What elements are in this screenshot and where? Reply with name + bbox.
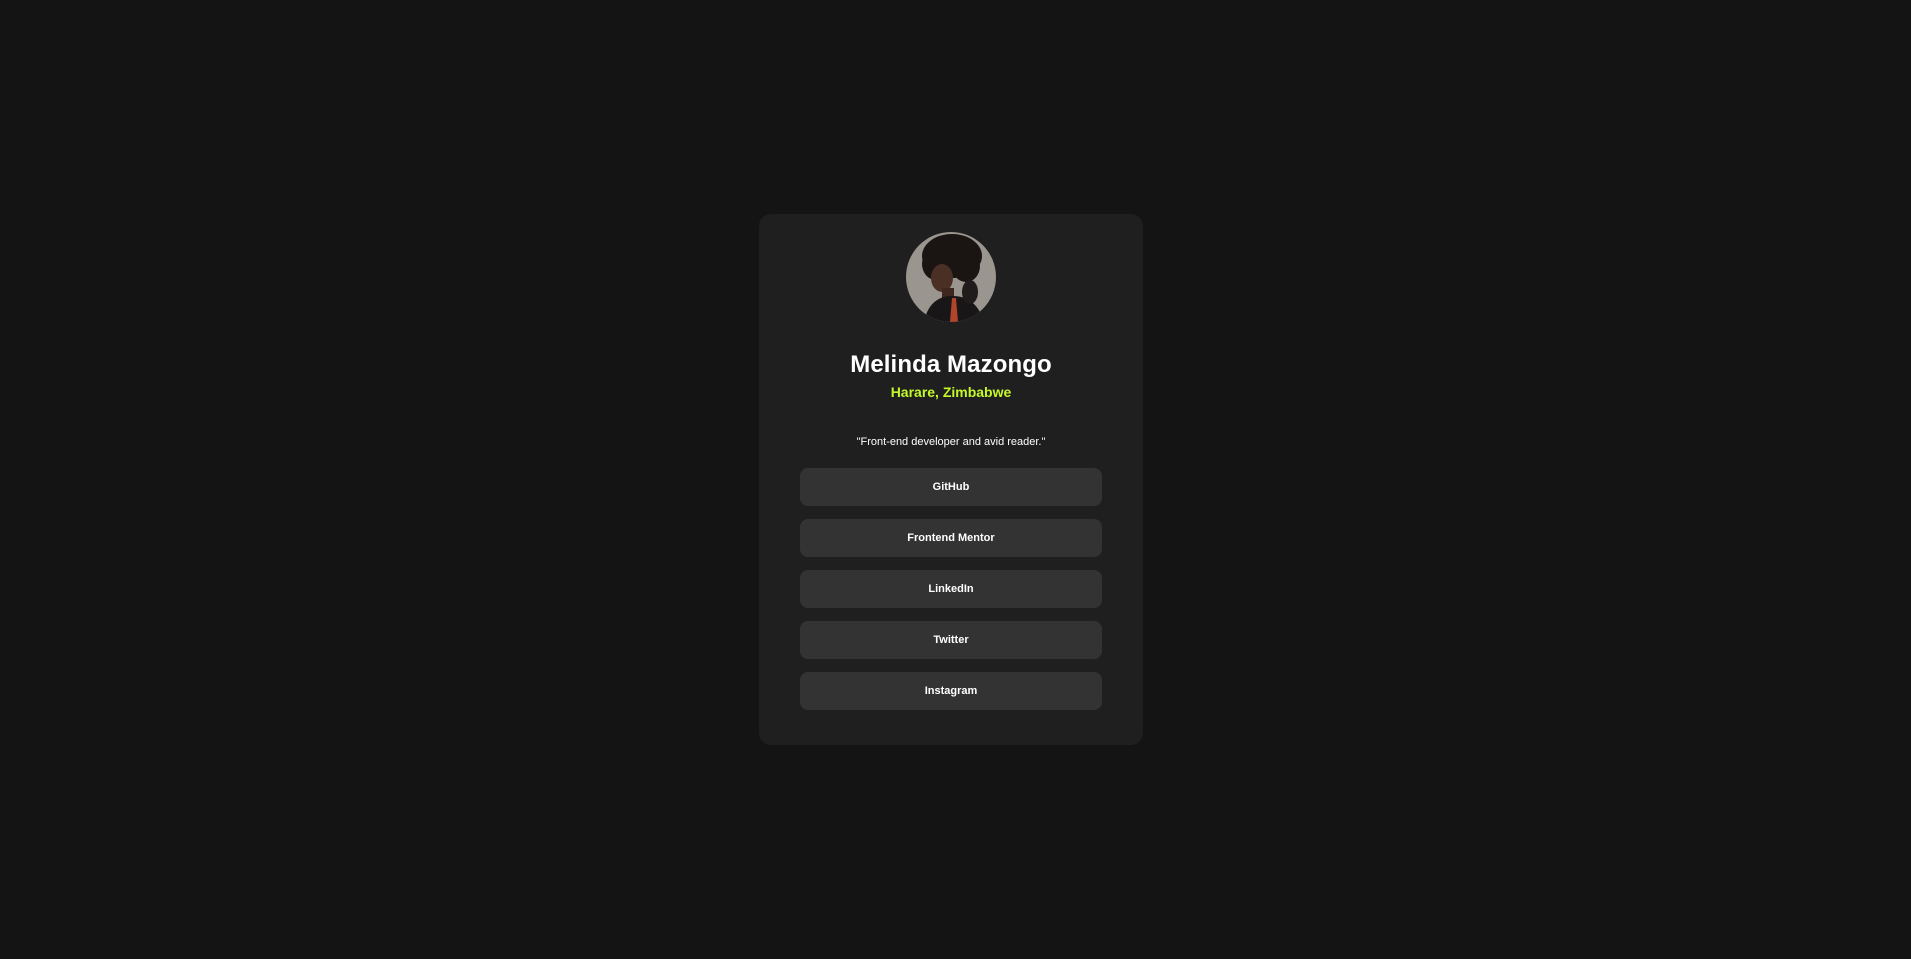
profile-bio: "Front-end developer and avid reader." [856,436,1046,448]
link-button-frontend-mentor[interactable]: Frontend Mentor [800,519,1102,557]
link-button-twitter[interactable]: Twitter [800,621,1102,659]
avatar [906,232,996,322]
social-links: GitHub Frontend Mentor LinkedIn Twitter … [800,468,1102,710]
link-button-github[interactable]: GitHub [800,468,1102,506]
link-button-instagram[interactable]: Instagram [800,672,1102,710]
profile-location: Harare, Zimbabwe [890,384,1012,400]
avatar-image [906,232,996,322]
page: Melinda Mazongo Harare, Zimbabwe "Front-… [0,0,1911,959]
profile-card: Melinda Mazongo Harare, Zimbabwe "Front-… [759,214,1143,745]
link-button-linkedin[interactable]: LinkedIn [800,570,1102,608]
profile-name: Melinda Mazongo [850,351,1052,378]
